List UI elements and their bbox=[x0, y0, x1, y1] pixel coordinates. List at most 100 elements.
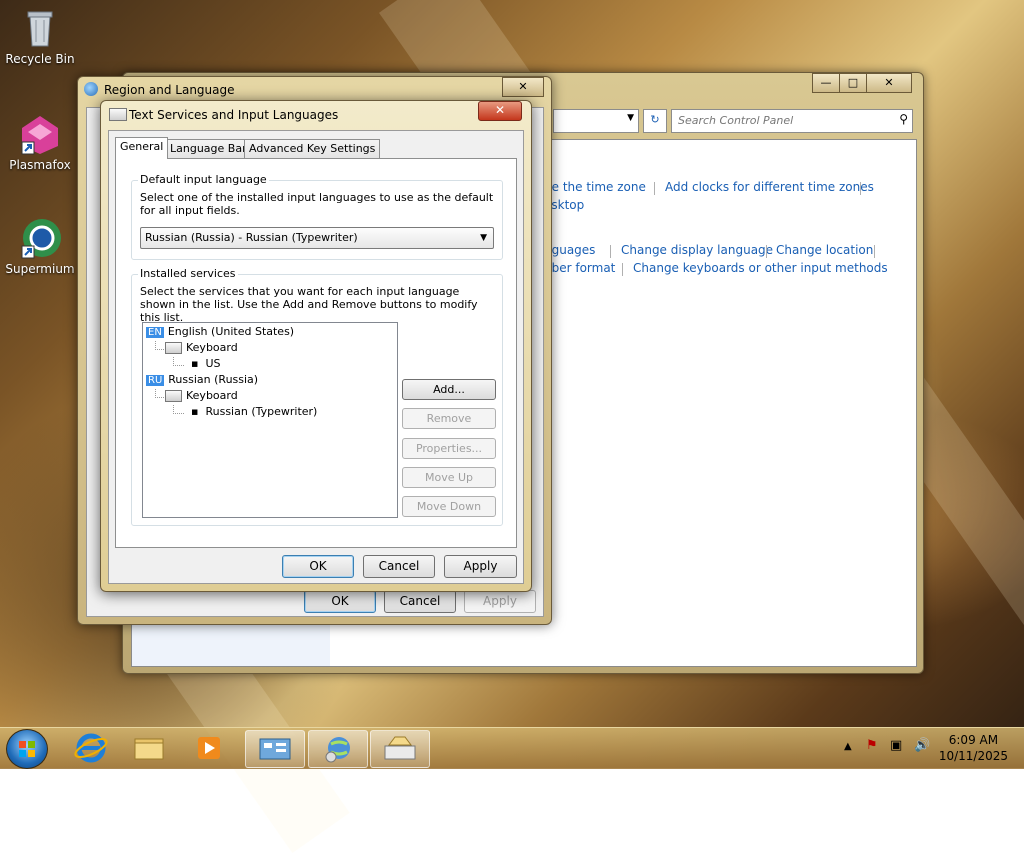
close-button[interactable]: ✕ bbox=[478, 101, 522, 121]
tree-node-service[interactable]: ▪ US bbox=[191, 357, 221, 370]
search-input[interactable]: Search Control Panel ⚲ bbox=[671, 109, 913, 133]
language-badge-ru: RU bbox=[146, 375, 165, 386]
ok-button[interactable]: OK bbox=[282, 555, 354, 578]
tree-node-category[interactable]: Keyboard bbox=[165, 341, 238, 354]
installed-services-description: Select the services that you want for ea… bbox=[140, 285, 478, 324]
properties-button[interactable]: Properties... bbox=[402, 438, 496, 459]
internet-explorer-icon bbox=[74, 733, 108, 763]
search-icon[interactable]: ⚲ bbox=[899, 112, 908, 126]
keyboard-icon bbox=[109, 108, 127, 121]
tree-node-label: Keyboard bbox=[186, 341, 238, 354]
default-input-description: Select one of the installed input langua… bbox=[140, 191, 494, 217]
keyboard-icon bbox=[384, 736, 416, 760]
apply-button[interactable]: Apply bbox=[444, 555, 517, 578]
desktop-icon-label: Plasmafox bbox=[9, 158, 71, 172]
windows-logo-icon bbox=[19, 741, 35, 757]
tree-node-language-en[interactable]: EN English (United States) bbox=[146, 325, 294, 338]
move-down-button[interactable]: Move Down bbox=[402, 496, 496, 517]
link-change-keyboards[interactable]: Change keyboards or other input methods bbox=[633, 261, 888, 275]
keyboard-icon bbox=[165, 390, 182, 402]
tree-node-language-ru[interactable]: RU Russian (Russia) bbox=[146, 373, 258, 386]
chevron-down-icon: ▼ bbox=[480, 233, 487, 243]
default-input-group: Default input language Select one of the… bbox=[131, 173, 503, 260]
tab-general[interactable]: General bbox=[115, 137, 169, 159]
add-button[interactable]: Add... bbox=[402, 379, 496, 400]
link-change-location[interactable]: Change location bbox=[776, 243, 873, 257]
tab-advanced-key-settings[interactable]: Advanced Key Settings bbox=[244, 139, 381, 158]
keyboard-icon bbox=[165, 342, 182, 354]
default-input-value: Russian (Russia) - Russian (Typewriter) bbox=[145, 231, 358, 244]
taskbar: ▲ ⚑ ▣ 🔊 6:09 AM 10/11/2025 bbox=[0, 727, 1024, 769]
link-add-clocks[interactable]: Add clocks for different time zones bbox=[665, 180, 874, 194]
bullet-icon: ▪ bbox=[191, 357, 199, 370]
link-change-display-language[interactable]: Change display language bbox=[621, 243, 773, 257]
taskbar-control-panel[interactable] bbox=[245, 730, 305, 768]
taskbar-internet-explorer[interactable] bbox=[62, 730, 120, 766]
plasmafox-icon bbox=[18, 112, 62, 156]
supermium-icon bbox=[18, 216, 62, 260]
folder-icon bbox=[134, 738, 164, 760]
tab-language-bar[interactable]: Language Bar bbox=[165, 139, 252, 158]
recycle-bin-icon bbox=[18, 6, 62, 50]
clock-date: 10/11/2025 bbox=[938, 749, 1008, 763]
installed-services-tree[interactable]: EN English (United States) Keyboard ▪ US … bbox=[142, 322, 398, 518]
tree-node-label: US bbox=[205, 357, 221, 370]
taskbar-region-language[interactable] bbox=[308, 730, 368, 768]
show-hidden-icons-icon[interactable]: ▲ bbox=[844, 741, 852, 752]
separator bbox=[622, 263, 623, 276]
tree-connector bbox=[173, 357, 184, 366]
separator bbox=[654, 182, 655, 195]
separator bbox=[766, 245, 767, 258]
group-label: Installed services bbox=[138, 267, 238, 280]
move-up-button[interactable]: Move Up bbox=[402, 467, 496, 488]
clock[interactable]: 6:09 AM 10/11/2025 bbox=[939, 732, 1008, 764]
separator bbox=[860, 182, 861, 195]
link-change-time-zone[interactable]: ge the time zone bbox=[544, 180, 646, 194]
close-button[interactable]: ✕ bbox=[502, 77, 544, 97]
globe-icon bbox=[84, 82, 98, 96]
text-services-dialog: Text Services and Input Languages ✕ Gene… bbox=[100, 100, 532, 592]
cancel-button[interactable]: Cancel bbox=[384, 590, 456, 613]
tree-node-service[interactable]: ▪ Russian (Typewriter) bbox=[191, 405, 317, 418]
refresh-icon[interactable]: ↻ bbox=[643, 109, 667, 133]
tree-node-label: Keyboard bbox=[186, 389, 238, 402]
clock-time: 6:09 AM bbox=[948, 733, 999, 747]
network-icon[interactable]: ▣ bbox=[890, 738, 902, 753]
close-button[interactable]: ✕ bbox=[866, 73, 912, 93]
tree-node-label: Russian (Typewriter) bbox=[205, 405, 318, 418]
taskbar-explorer[interactable] bbox=[120, 730, 178, 766]
desktop-icon-label: Supermium bbox=[5, 262, 75, 276]
apply-button[interactable]: Apply bbox=[464, 590, 536, 613]
start-button[interactable] bbox=[6, 729, 48, 769]
desktop-icon-supermium[interactable]: Supermium bbox=[0, 216, 80, 276]
default-input-dropdown[interactable]: Russian (Russia) - Russian (Typewriter) … bbox=[140, 227, 494, 249]
dialog-title: Region and Language bbox=[104, 83, 235, 97]
ok-button[interactable]: OK bbox=[304, 590, 376, 613]
tab-panel-general: Default input language Select one of the… bbox=[115, 158, 517, 548]
taskbar-media-player[interactable] bbox=[180, 730, 238, 766]
dialog-title: Text Services and Input Languages bbox=[129, 108, 339, 122]
tree-node-category[interactable]: Keyboard bbox=[165, 389, 238, 402]
media-player-icon bbox=[198, 737, 220, 759]
tree-node-label: Russian (Russia) bbox=[168, 373, 259, 386]
cancel-button[interactable]: Cancel bbox=[363, 555, 435, 578]
volume-icon[interactable]: 🔊 bbox=[914, 738, 930, 753]
separator bbox=[874, 245, 875, 258]
control-panel-icon bbox=[259, 738, 291, 760]
desktop-icon-recycle-bin[interactable]: Recycle Bin bbox=[0, 6, 80, 66]
group-label: Default input language bbox=[138, 173, 269, 186]
globe-icon bbox=[325, 737, 350, 763]
link-number-format[interactable]: nber format bbox=[544, 261, 615, 275]
taskbar-text-services[interactable] bbox=[370, 730, 430, 768]
remove-button[interactable]: Remove bbox=[402, 408, 496, 429]
desktop-icon-plasmafox[interactable]: Plasmafox bbox=[0, 112, 80, 172]
tree-node-label: English (United States) bbox=[167, 325, 295, 338]
maximize-button[interactable]: □ bbox=[839, 73, 867, 93]
tree-connector bbox=[173, 405, 184, 414]
minimize-button[interactable]: — bbox=[812, 73, 840, 93]
separator bbox=[610, 245, 611, 258]
address-bar[interactable]: ▼ bbox=[553, 109, 639, 133]
chevron-down-icon[interactable]: ▼ bbox=[627, 113, 634, 123]
installed-services-group: Installed services Select the services t… bbox=[131, 267, 503, 526]
action-center-icon[interactable]: ⚑ bbox=[866, 738, 878, 753]
